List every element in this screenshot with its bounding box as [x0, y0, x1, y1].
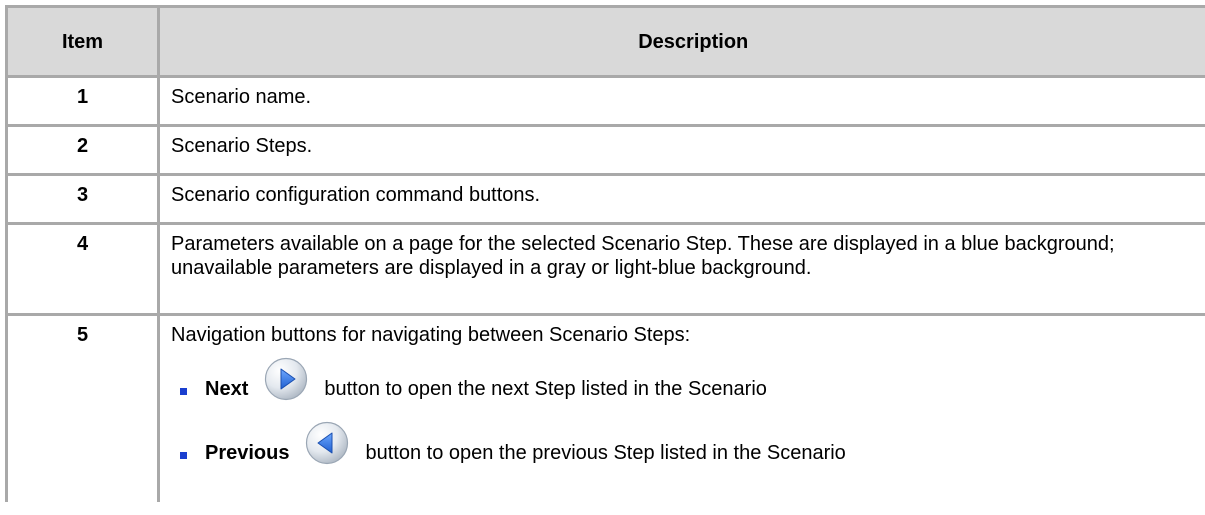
- table-row: 5 Navigation buttons for navigating betw…: [5, 313, 1205, 502]
- item-description: Parameters available on a page for the s…: [157, 222, 1205, 316]
- bullet-marker: [180, 388, 187, 395]
- bullet-label: Next: [205, 378, 249, 400]
- description-table: Item Description 1 Scenario name. 2 Scen…: [5, 5, 1205, 502]
- next-arrow-icon: [264, 357, 308, 401]
- item-description: Scenario Steps.: [157, 124, 1205, 176]
- table-row: 1 Scenario name.: [5, 75, 1205, 127]
- item-description: Scenario name.: [157, 75, 1205, 127]
- table-header-row: Item Description: [5, 5, 1205, 78]
- item-number: 2: [5, 124, 159, 176]
- description-text: Parameters available on a page for the s…: [171, 233, 1115, 279]
- previous-arrow-icon: [305, 421, 349, 465]
- item-number: 4: [5, 222, 159, 316]
- description-text: Scenario name.: [171, 86, 312, 108]
- table-row: 2 Scenario Steps.: [5, 124, 1205, 176]
- description-text: Navigation buttons for navigating betwee…: [171, 324, 691, 346]
- header-item: Item: [5, 5, 159, 78]
- bullet-text: button to open the previous Step listed …: [365, 442, 846, 464]
- item-number: 3: [5, 173, 159, 225]
- bullet-label: Previous: [205, 442, 290, 464]
- item-number: 1: [5, 75, 159, 127]
- table-row: 3 Scenario configuration command buttons…: [5, 173, 1205, 225]
- description-text: Scenario configuration command buttons.: [171, 184, 541, 206]
- list-item-next: Next button to open the next Step listed…: [171, 357, 1205, 421]
- item-description: Navigation buttons for navigating betwee…: [157, 313, 1205, 502]
- header-description: Description: [157, 5, 1205, 78]
- list-item-previous: Previous button to open the previous Ste…: [171, 421, 1205, 485]
- navigation-button-list: Next button to open the next Step listed…: [171, 357, 1205, 485]
- table-row: 4 Parameters available on a page for the…: [5, 222, 1205, 316]
- item-description: Scenario configuration command buttons.: [157, 173, 1205, 225]
- bullet-marker: [180, 452, 187, 459]
- description-text: Scenario Steps.: [171, 135, 313, 157]
- bullet-text: button to open the next Step listed in t…: [324, 378, 767, 400]
- item-number: 5: [5, 313, 159, 502]
